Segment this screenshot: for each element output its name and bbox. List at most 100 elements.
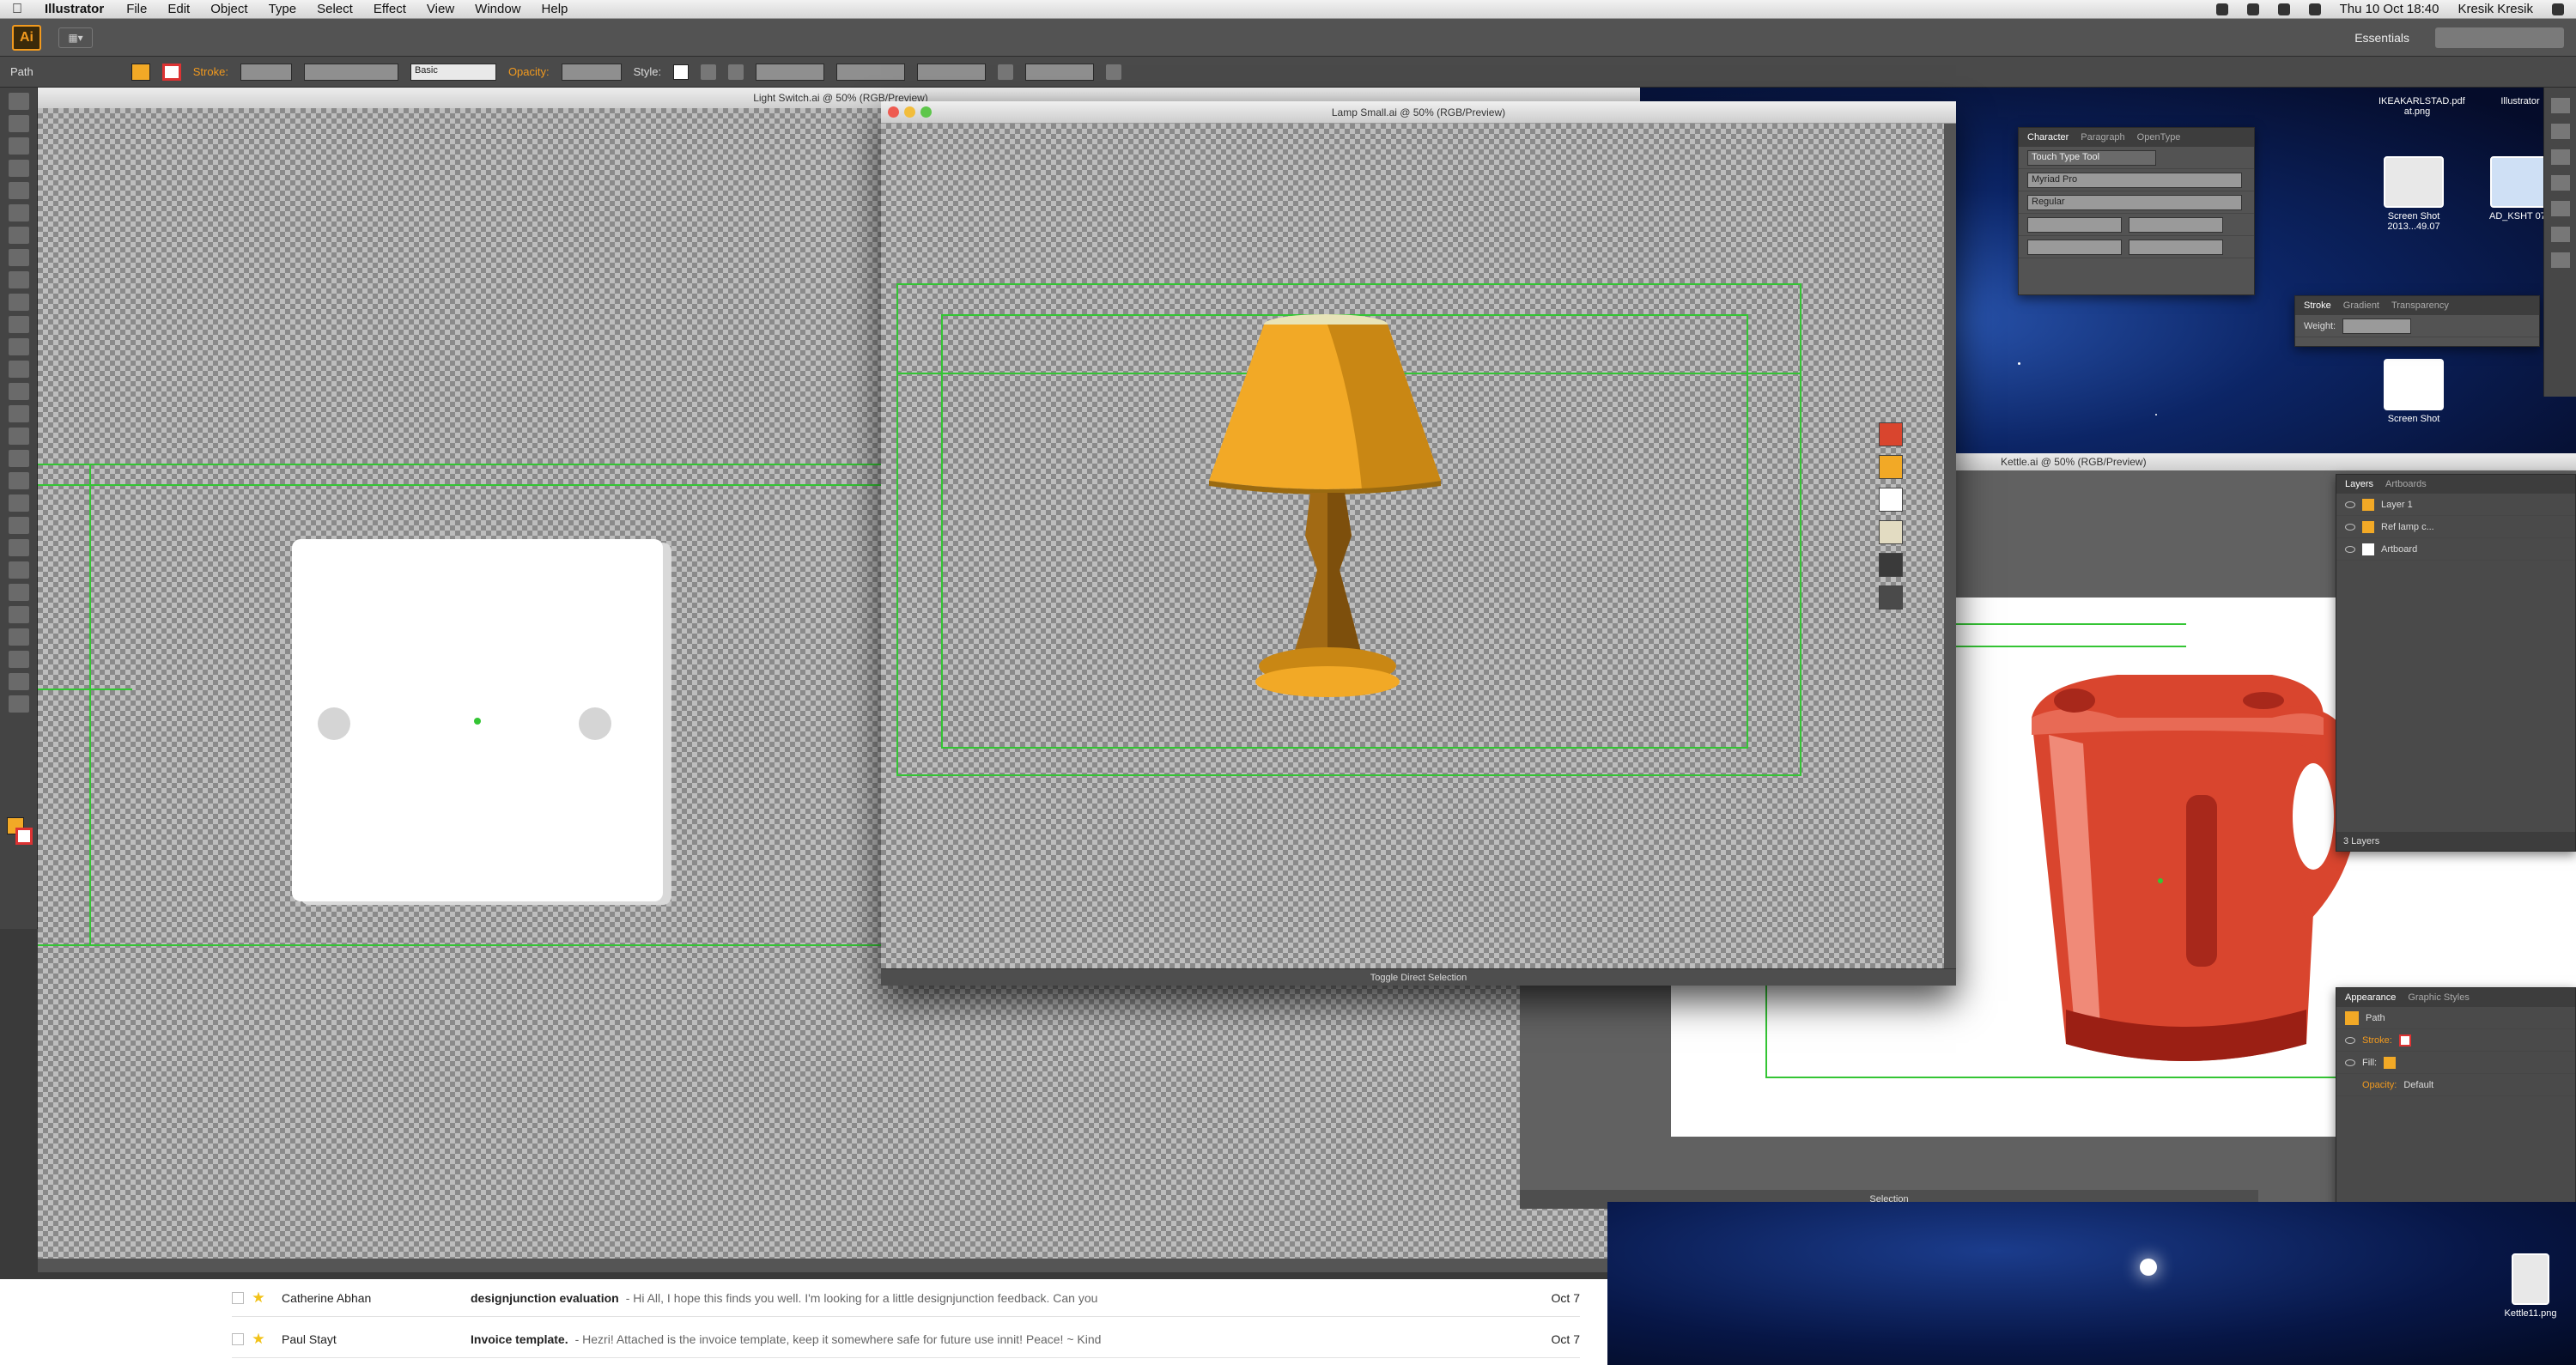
fill-color-swatch[interactable] — [2384, 1056, 2397, 1069]
arrange-documents-button[interactable]: ▦▾ — [58, 27, 93, 48]
width-tool-icon[interactable] — [8, 405, 29, 422]
menu-object[interactable]: Object — [210, 2, 247, 16]
opacity-field[interactable] — [561, 63, 622, 81]
visibility-eye-icon[interactable] — [2345, 523, 2355, 531]
tab-artboards[interactable]: Artboards — [2385, 479, 2427, 489]
stroke-weight-input[interactable] — [2342, 318, 2412, 334]
menu-view[interactable]: View — [427, 2, 454, 16]
menu-type[interactable]: Type — [269, 2, 297, 16]
link-icon[interactable] — [998, 64, 1014, 80]
star-icon[interactable] — [252, 1332, 264, 1344]
minimize-window-icon[interactable] — [904, 106, 915, 118]
layer-row[interactable]: Layer 1 — [2336, 494, 2575, 516]
tab-transparency[interactable]: Transparency — [2391, 300, 2449, 311]
swatches-panel-icon[interactable] — [2550, 124, 2570, 139]
align-panel-icon[interactable] — [2550, 201, 2570, 216]
layer-name[interactable]: Layer 1 — [2381, 500, 2413, 510]
brushes-panel-icon[interactable] — [2550, 149, 2570, 165]
canvas-lamp[interactable] — [881, 124, 1944, 968]
line-tool-icon[interactable] — [8, 227, 29, 244]
leading-field[interactable] — [2129, 216, 2223, 233]
star-icon[interactable] — [252, 1291, 264, 1303]
transform-icon[interactable] — [1106, 64, 1122, 80]
touch-type-tool-button[interactable]: Touch Type Tool — [2027, 149, 2156, 166]
tab-stroke[interactable]: Stroke — [2304, 300, 2331, 311]
app-menu[interactable]: Illustrator — [45, 2, 104, 16]
direct-selection-tool-icon[interactable] — [8, 115, 29, 132]
visibility-eye-icon[interactable] — [2345, 1036, 2355, 1044]
desktop-icon-kettle-file[interactable]: Kettle11.png — [2492, 1253, 2569, 1319]
spotlight-icon[interactable] — [2552, 3, 2564, 15]
font-family-field[interactable]: Myriad Pro — [2027, 172, 2242, 188]
shape-builder-tool-icon[interactable] — [8, 450, 29, 467]
menu-file[interactable]: File — [126, 2, 147, 16]
eyedropper-tool-icon[interactable] — [8, 539, 29, 556]
rectangle-tool-icon[interactable] — [8, 249, 29, 266]
mail-checkbox[interactable] — [232, 1291, 244, 1304]
desktop-icon-screenshot-2[interactable]: Screen Shot — [2375, 359, 2452, 424]
dropbox-icon[interactable] — [2215, 3, 2228, 15]
artboard-tool-icon[interactable] — [8, 628, 29, 646]
selection-tool-icon[interactable] — [8, 93, 29, 110]
recolor-icon[interactable] — [701, 64, 717, 80]
font-style-field[interactable]: Regular — [2027, 194, 2242, 210]
free-transform-tool-icon[interactable] — [8, 428, 29, 445]
blob-brush-tool-icon[interactable] — [8, 316, 29, 333]
close-window-icon[interactable] — [888, 106, 899, 118]
type-tool-icon[interactable] — [8, 204, 29, 221]
font-size-field[interactable] — [2027, 216, 2122, 233]
mesh-tool-icon[interactable] — [8, 494, 29, 512]
menu-select[interactable]: Select — [317, 2, 353, 16]
slice-tool-icon[interactable] — [8, 651, 29, 668]
menu-edit[interactable]: Edit — [167, 2, 190, 16]
brush-definition-field[interactable]: Basic — [410, 63, 496, 81]
x-position-field[interactable] — [756, 63, 825, 81]
tab-gradient[interactable]: Gradient — [2343, 300, 2379, 311]
tab-layers[interactable]: Layers — [2345, 479, 2373, 489]
visibility-eye-icon[interactable] — [2345, 545, 2355, 553]
apple-menu-icon[interactable]:  — [12, 2, 22, 17]
paintbrush-tool-icon[interactable] — [8, 271, 29, 288]
mail-checkbox[interactable] — [232, 1332, 244, 1345]
layer-row[interactable]: Artboard — [2336, 538, 2575, 561]
color-panel-icon[interactable] — [2550, 98, 2570, 113]
scale-tool-icon[interactable] — [8, 383, 29, 400]
rotate-tool-icon[interactable] — [8, 361, 29, 378]
list-item[interactable]: Paul Stayt Invoice template. - Hezri! At… — [232, 1320, 1580, 1358]
pencil-tool-icon[interactable] — [8, 294, 29, 311]
swatch-cream[interactable] — [1879, 520, 1903, 544]
swatch-gray[interactable] — [1879, 585, 1903, 610]
zoom-tool-icon[interactable] — [8, 695, 29, 713]
menu-help[interactable]: Help — [542, 2, 568, 16]
transform-panel-icon[interactable] — [2550, 227, 2570, 242]
help-search-input[interactable] — [2435, 27, 2564, 48]
visibility-eye-icon[interactable] — [2345, 1059, 2355, 1066]
y-position-field[interactable] — [836, 63, 906, 81]
pen-tool-icon[interactable] — [8, 182, 29, 199]
pathfinder-panel-icon[interactable] — [2550, 252, 2570, 268]
layer-row[interactable]: Ref lamp c... — [2336, 516, 2575, 538]
swatch-white[interactable] — [1879, 488, 1903, 512]
swatch-dark-gray[interactable] — [1879, 553, 1903, 577]
desktop-icon-ikea[interactable]: IKEAKARLSTAD.pdf at.png — [2379, 96, 2465, 117]
volume-icon[interactable] — [2277, 3, 2290, 15]
battery-icon[interactable] — [2308, 3, 2321, 15]
stroke-weight-field[interactable] — [240, 63, 292, 81]
width-field[interactable] — [917, 63, 987, 81]
kerning-field[interactable] — [2027, 239, 2122, 255]
eraser-tool-icon[interactable] — [8, 338, 29, 355]
stroke-swatch[interactable] — [161, 63, 181, 81]
list-item[interactable]: Catherine Abhan designjunction evaluatio… — [232, 1279, 1580, 1317]
stroke-color-swatch[interactable] — [2398, 1034, 2411, 1046]
appearance-opacity[interactable]: Opacity: — [2362, 1080, 2397, 1090]
graphic-style-swatch[interactable] — [673, 64, 690, 80]
visibility-eye-icon[interactable] — [2345, 500, 2355, 508]
swatch-red[interactable] — [1879, 422, 1903, 446]
column-graph-tool-icon[interactable] — [8, 606, 29, 623]
tab-appearance[interactable]: Appearance — [2345, 992, 2396, 1003]
magic-wand-tool-icon[interactable] — [8, 137, 29, 155]
variable-width-field[interactable] — [303, 63, 398, 81]
light-switch-artwork[interactable] — [292, 539, 663, 901]
kettle-artwork[interactable] — [2014, 666, 2375, 1078]
menu-window[interactable]: Window — [475, 2, 520, 16]
